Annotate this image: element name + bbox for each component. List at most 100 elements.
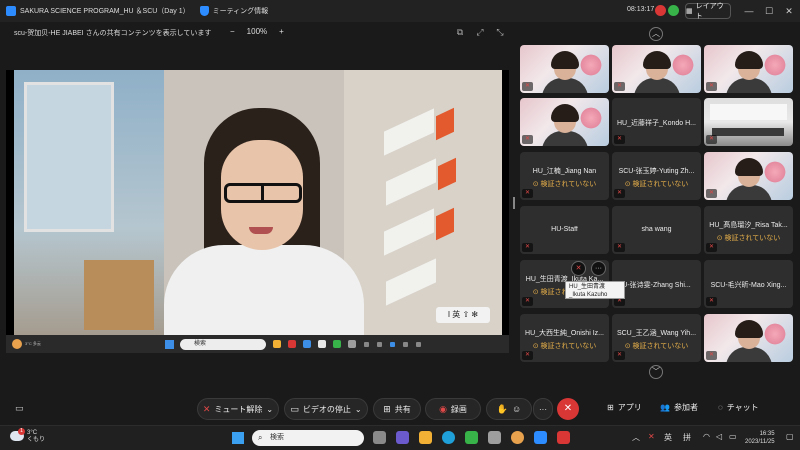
participant-tile[interactable]: ✕ bbox=[704, 314, 793, 362]
participant-tile[interactable]: ✕ bbox=[704, 45, 793, 93]
apps-label: アプリ bbox=[617, 403, 642, 412]
layout-button[interactable]: ▦ レイアウト bbox=[685, 3, 731, 20]
chevron-down-icon[interactable]: ⌄ bbox=[355, 405, 362, 414]
battery-icon[interactable]: ▭ bbox=[729, 432, 737, 441]
weather-widget[interactable]: 3°C くもり bbox=[27, 430, 45, 444]
muted-mic-icon: ✕ bbox=[522, 351, 533, 360]
participant-tile[interactable]: HU_近藤祥子_Kondo H... ✕ bbox=[612, 98, 701, 146]
remote-control-icon[interactable]: ⧉ bbox=[454, 27, 466, 39]
file-explorer-icon[interactable] bbox=[419, 431, 432, 444]
participant-tile[interactable]: U-张诗雯-Zhang Shi... ✕ bbox=[612, 260, 701, 308]
settings-icon[interactable] bbox=[488, 431, 501, 444]
mic-off-icon: ✕ bbox=[202, 403, 211, 414]
more-icon: ··· bbox=[539, 404, 547, 414]
participant-tile[interactable]: HU_髙島瑠汐_Risa Tak... ⊙ 検証されていない ✕ bbox=[704, 206, 793, 254]
share-header: scu-贺加贝-HE JIABEI さんの共有コンテンツを表示しています − 1… bbox=[0, 22, 515, 44]
participant-tile[interactable]: SCU-毛兴昕-Mao Xing... ✕ bbox=[704, 260, 793, 308]
chevron-up-icon[interactable]: ︿ bbox=[632, 432, 640, 443]
weather-icon bbox=[12, 339, 22, 349]
teams-icon[interactable] bbox=[396, 431, 409, 444]
taskbar-search[interactable]: ⌕ 検索 bbox=[252, 430, 364, 446]
muted-mic-icon[interactable]: ✕ bbox=[571, 261, 586, 276]
participant-tile[interactable]: ✕ bbox=[520, 98, 609, 146]
ime-pinyin[interactable]: 拼 bbox=[683, 432, 691, 443]
zoom-icon[interactable] bbox=[534, 431, 547, 444]
raise-hand-icon: ✋ bbox=[496, 403, 508, 414]
fullscreen-icon[interactable]: ⤡ bbox=[494, 27, 506, 39]
record-status-icon[interactable] bbox=[655, 5, 666, 16]
window-title: SAKURA SCIENCE PROGRAM_HU ＆SCU（Day 1） bbox=[20, 8, 190, 15]
share-button[interactable]: ⊞ 共有 bbox=[373, 398, 421, 420]
muted-mic-icon: ✕ bbox=[614, 135, 625, 144]
record-button[interactable]: ◉ 録画 bbox=[425, 398, 481, 420]
weather-temp: 3°C bbox=[27, 430, 38, 436]
shared-search: 検索 bbox=[180, 338, 266, 350]
layout-label: レイアウト bbox=[695, 3, 724, 20]
ime-mode[interactable]: 英 bbox=[664, 432, 672, 443]
wifi-icon[interactable]: ◠ bbox=[703, 432, 710, 441]
acrobat-icon[interactable] bbox=[557, 431, 570, 444]
date-text: 2023/11/25 bbox=[745, 439, 775, 445]
participant-name: SCU-张玉婷-Yuting Zh... bbox=[618, 168, 695, 175]
weather-desc: くもり bbox=[27, 437, 46, 443]
participants-button[interactable]: 👥 参加者 bbox=[660, 402, 698, 413]
record-label: 録画 bbox=[450, 404, 467, 414]
chat-button[interactable]: ◌ チャット bbox=[718, 402, 759, 413]
participant-tile[interactable]: SCU_王乙涵_Wang Yih... ⊙ 検証されていない ✕ bbox=[612, 314, 701, 362]
participant-tile[interactable]: SCU-张玉婷-Yuting Zh... ⊙ 検証されていない ✕ bbox=[612, 152, 701, 200]
apps-button[interactable]: ⊞ アプリ bbox=[607, 402, 642, 413]
leave-button[interactable]: ✕ bbox=[557, 398, 579, 420]
participant-tile[interactable]: ✕ bbox=[704, 152, 793, 200]
chrome-icon[interactable] bbox=[511, 431, 524, 444]
muted-mic-icon: ✕ bbox=[706, 135, 717, 144]
zoom-in-button[interactable]: + bbox=[279, 27, 284, 36]
panel-resize-handle[interactable] bbox=[513, 197, 515, 209]
participants-label: 参加者 bbox=[673, 403, 698, 412]
participant-tile[interactable]: HU_江楠_Jiang Nan ⊙ 検証されていない ✕ bbox=[520, 152, 609, 200]
taskbar-clock[interactable]: 16:35 2023/11/25 bbox=[745, 430, 775, 446]
participant-tile[interactable]: ✕ bbox=[704, 98, 793, 146]
security-status-icon[interactable] bbox=[668, 5, 679, 16]
chevron-up-icon[interactable]: ︿ bbox=[649, 27, 663, 41]
chevron-down-icon[interactable]: ⌄ bbox=[266, 405, 273, 414]
mic-muted-tray-icon[interactable]: ✕ bbox=[648, 432, 655, 441]
zoom-level[interactable]: 100% bbox=[247, 27, 267, 36]
more-options-icon[interactable]: ··· bbox=[591, 261, 606, 276]
participant-tile[interactable]: HU_大西生純_Onishi Iz... ⊙ 検証されていない ✕ bbox=[520, 314, 609, 362]
minimize-icon[interactable]: — bbox=[742, 4, 756, 18]
popout-icon[interactable]: ⤢ bbox=[474, 27, 486, 39]
stop-video-button[interactable]: ▭ ビデオの停止 ⌄ bbox=[284, 398, 368, 420]
chat-icon: ◌ bbox=[718, 403, 723, 412]
edge-icon[interactable] bbox=[442, 431, 455, 444]
maximize-icon[interactable]: ☐ bbox=[762, 4, 776, 18]
volume-icon[interactable]: ◁ bbox=[716, 432, 722, 441]
meeting-info-label[interactable]: ミーティング情報 bbox=[213, 6, 269, 16]
participant-name: HU_大西生純_Onishi Iz... bbox=[525, 330, 604, 337]
share-icon: ⊞ bbox=[383, 403, 391, 414]
unmute-button[interactable]: ✕ ミュート解除 ⌄ bbox=[197, 398, 279, 420]
participant-tile[interactable]: ✕ bbox=[612, 45, 701, 93]
notification-icon[interactable]: ▢ bbox=[786, 432, 794, 441]
reactions-button[interactable]: ✋ ☺ bbox=[486, 398, 532, 420]
participant-tile[interactable]: ✕ bbox=[520, 45, 609, 93]
close-icon[interactable]: ✕ bbox=[782, 4, 796, 18]
unverified-badge: ⊙ 検証されていない bbox=[624, 181, 689, 188]
windows-start-icon[interactable] bbox=[232, 432, 244, 444]
camera-icon: ▭ bbox=[290, 403, 299, 414]
muted-mic-icon: ✕ bbox=[706, 297, 717, 306]
more-button[interactable]: ··· bbox=[533, 398, 553, 420]
zoom-controls: − 100% + bbox=[230, 27, 284, 36]
participant-tile[interactable]: HU-Staff ✕ bbox=[520, 206, 609, 254]
shield-icon[interactable] bbox=[199, 6, 209, 16]
muted-mic-icon: ✕ bbox=[706, 82, 717, 91]
captions-icon[interactable]: ▭ bbox=[15, 403, 24, 414]
windows-taskbar: 1 3°C くもり ⌕ 検索 ︿ ✕ 英 拼 ◠ ◁ ▭ 16:35 2023/… bbox=[0, 425, 800, 450]
unmute-label: ミュート解除 bbox=[214, 404, 263, 414]
muted-mic-icon: ✕ bbox=[706, 351, 717, 360]
muted-mic-icon: ✕ bbox=[706, 189, 717, 198]
task-view-icon[interactable] bbox=[373, 431, 386, 444]
app-icon-green[interactable] bbox=[465, 431, 478, 444]
zoom-out-button[interactable]: − bbox=[230, 27, 235, 36]
participant-tile[interactable]: sha wang ✕ bbox=[612, 206, 701, 254]
chevron-down-icon[interactable]: ﹀ bbox=[649, 365, 663, 379]
